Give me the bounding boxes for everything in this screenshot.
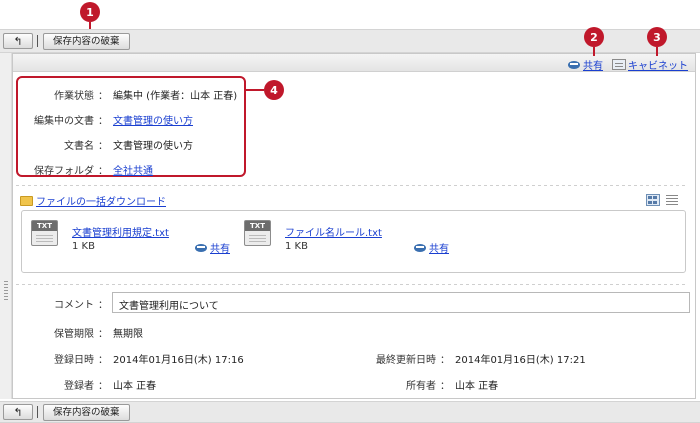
section-divider-2 xyxy=(16,284,686,285)
list-view-icon[interactable] xyxy=(666,194,678,206)
back-arrow-icon: ↰ xyxy=(13,34,23,48)
folder-icon xyxy=(20,196,33,206)
editing-doc-label: 編集中の文書 xyxy=(34,116,94,127)
callout-3-line xyxy=(656,47,658,56)
registered-colon: ： xyxy=(98,355,108,366)
share-icon xyxy=(414,242,427,253)
retention-value: 無期限 xyxy=(113,329,143,340)
status-label: 作業状態 xyxy=(54,91,94,102)
owner-value: 山本 正春 xyxy=(455,381,499,392)
txt-file-icon[interactable]: TXT xyxy=(244,220,271,246)
updated-value: 2014年01月16日(木) 17:21 xyxy=(455,355,586,366)
share-icon xyxy=(195,242,208,253)
cabinet-link[interactable]: キャビネット xyxy=(628,57,688,72)
file-1-name-link[interactable]: 文書管理利用規定.txt xyxy=(72,224,169,239)
registrant-colon: ： xyxy=(98,381,108,392)
file-2-share-link[interactable]: 共有 xyxy=(429,240,449,255)
txt-file-icon[interactable]: TXT xyxy=(31,220,58,246)
updated-label: 最終更新日時 xyxy=(376,355,436,366)
back-button[interactable]: ↰ xyxy=(3,404,33,420)
comment-field: 文書管理利用について xyxy=(112,292,690,313)
file-1-share[interactable]: 共有 xyxy=(195,240,230,255)
discard-changes-button[interactable]: 保存内容の破棄 xyxy=(43,33,130,50)
registered-label: 登録日時 xyxy=(54,355,94,366)
bulk-download-row[interactable]: ファイルの一括ダウンロード xyxy=(20,193,166,208)
registrant-value: 山本 正春 xyxy=(113,381,157,392)
editing-doc-colon: ： xyxy=(98,116,108,127)
share-link-group[interactable]: 共有 xyxy=(568,57,603,72)
callout-3: 3 xyxy=(647,27,667,47)
callout-2: 2 xyxy=(584,27,604,47)
bottom-toolbar: ↰ 保存内容の破棄 xyxy=(0,401,700,423)
attachments-box xyxy=(21,210,686,273)
retention-label: 保管期限 xyxy=(54,329,94,340)
doc-name-colon: ： xyxy=(98,141,108,152)
folder-link[interactable]: 全社共通 xyxy=(113,162,153,177)
status-colon: ： xyxy=(98,91,108,102)
callout-4: 4 xyxy=(264,80,284,100)
toolbar-divider xyxy=(37,406,38,418)
file-1-size: 1 KB xyxy=(72,241,95,252)
toolbar-divider xyxy=(37,35,38,47)
back-arrow-icon: ↰ xyxy=(13,405,23,419)
callout-4-line xyxy=(246,89,264,91)
file-2-share[interactable]: 共有 xyxy=(414,240,449,255)
callout-2-line xyxy=(593,47,595,56)
cabinet-icon xyxy=(612,59,626,70)
callout-1: 1 xyxy=(80,2,100,22)
comment-colon: ： xyxy=(98,300,108,311)
section-divider-1 xyxy=(16,185,686,186)
bulk-download-link[interactable]: ファイルの一括ダウンロード xyxy=(36,197,166,208)
thumbnail-view-icon[interactable] xyxy=(646,194,660,206)
folder-colon: ： xyxy=(98,166,108,177)
retention-colon: ： xyxy=(98,329,108,340)
left-resize-strip xyxy=(0,53,12,399)
owner-label: 所有者 xyxy=(406,381,436,392)
file-2-size: 1 KB xyxy=(285,241,308,252)
file-2-name-link[interactable]: ファイル名ルール.txt xyxy=(285,224,382,239)
cabinet-link-group[interactable]: キャビネット xyxy=(612,57,688,72)
comment-label: コメント xyxy=(54,300,94,311)
doc-name-label: 文書名 xyxy=(64,141,94,152)
status-value: 編集中 (作業者：山本 正春) xyxy=(113,91,238,102)
share-link[interactable]: 共有 xyxy=(583,57,603,72)
share-icon xyxy=(568,59,581,70)
back-button[interactable]: ↰ xyxy=(3,33,33,49)
view-toggle xyxy=(646,194,678,206)
doc-name-value: 文書管理の使い方 xyxy=(113,141,193,152)
discard-changes-button[interactable]: 保存内容の破棄 xyxy=(43,404,130,421)
updated-colon: ： xyxy=(440,355,450,366)
owner-colon: ： xyxy=(440,381,450,392)
file-1-share-link[interactable]: 共有 xyxy=(210,240,230,255)
resize-grip-icon[interactable] xyxy=(4,281,8,301)
editing-doc-link[interactable]: 文書管理の使い方 xyxy=(113,112,193,127)
registrant-label: 登録者 xyxy=(64,381,94,392)
registered-value: 2014年01月16日(木) 17:16 xyxy=(113,355,244,366)
folder-label: 保存フォルダ xyxy=(34,166,94,177)
